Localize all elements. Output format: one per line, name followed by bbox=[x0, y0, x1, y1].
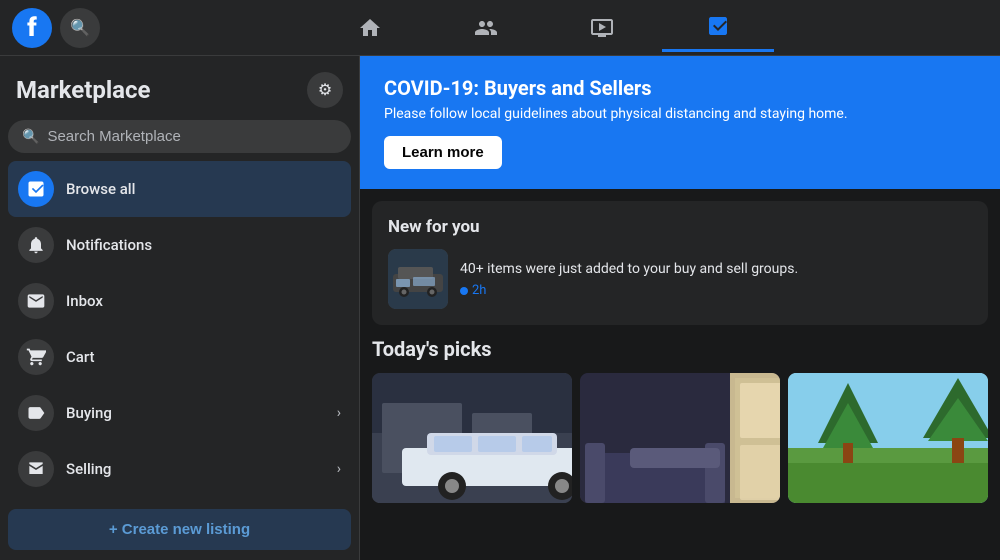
new-for-you-item[interactable]: 40+ items were just added to your buy an… bbox=[388, 249, 972, 309]
learn-more-button[interactable]: Learn more bbox=[384, 136, 502, 169]
search-input[interactable] bbox=[47, 128, 337, 145]
pick-card-room[interactable] bbox=[580, 373, 780, 503]
inbox-label: Inbox bbox=[66, 292, 103, 310]
new-for-you-time: 2h bbox=[460, 283, 798, 298]
new-for-you-section: New for you bbox=[372, 201, 988, 325]
cart-label: Cart bbox=[66, 348, 95, 366]
sidebar-item-inbox[interactable]: Inbox bbox=[8, 273, 351, 329]
sidebar-header: Marketplace ⚙ bbox=[8, 68, 351, 116]
pick-image-car bbox=[372, 373, 572, 503]
selling-label: Selling bbox=[66, 460, 111, 478]
time-dot bbox=[460, 287, 468, 295]
cart-left: Cart bbox=[18, 339, 95, 375]
buying-left: Buying bbox=[18, 395, 112, 431]
sidebar-title: Marketplace bbox=[16, 76, 150, 104]
notifications-icon bbox=[18, 227, 54, 263]
selling-chevron-icon: › bbox=[337, 461, 341, 477]
sidebar-item-cart[interactable]: Cart bbox=[8, 329, 351, 385]
sidebar-item-notifications[interactable]: Notifications bbox=[8, 217, 351, 273]
pick-image-room bbox=[580, 373, 780, 503]
inbox-icon bbox=[18, 283, 54, 319]
picks-grid bbox=[372, 373, 988, 503]
browse-all-left: Browse all bbox=[18, 171, 135, 207]
nav-home-button[interactable] bbox=[314, 4, 426, 52]
nav-watch-button[interactable] bbox=[546, 4, 658, 52]
browse-all-label: Browse all bbox=[66, 180, 135, 198]
covid-title: COVID-19: Buyers and Sellers bbox=[384, 76, 976, 100]
todays-picks-title: Today's picks bbox=[372, 337, 988, 361]
search-button[interactable]: 🔍 bbox=[60, 8, 100, 48]
gear-icon: ⚙ bbox=[318, 80, 332, 100]
sidebar-item-browse-all[interactable]: Browse all bbox=[8, 161, 351, 217]
facebook-logo[interactable]: f bbox=[12, 8, 52, 48]
sidebar-item-selling[interactable]: Selling › bbox=[8, 441, 351, 497]
covid-banner: COVID-19: Buyers and Sellers Please foll… bbox=[360, 56, 1000, 189]
main-layout: Marketplace ⚙ 🔍 Browse all bbox=[0, 56, 1000, 560]
top-navigation: f 🔍 bbox=[0, 0, 1000, 56]
cart-icon bbox=[18, 339, 54, 375]
new-for-you-thumbnail bbox=[388, 249, 448, 309]
selling-left: Selling bbox=[18, 451, 111, 487]
browse-all-icon bbox=[18, 171, 54, 207]
selling-icon bbox=[18, 451, 54, 487]
notifications-label: Notifications bbox=[66, 236, 152, 254]
pick-card-car[interactable] bbox=[372, 373, 572, 503]
new-for-you-text-area: 40+ items were just added to your buy an… bbox=[460, 260, 798, 299]
gear-button[interactable]: ⚙ bbox=[307, 72, 343, 108]
time-label: 2h bbox=[472, 283, 486, 298]
nav-center bbox=[100, 4, 988, 52]
covid-description: Please follow local guidelines about phy… bbox=[384, 106, 976, 122]
nav-friends-button[interactable] bbox=[430, 4, 542, 52]
buying-label: Buying bbox=[66, 404, 112, 422]
buying-icon bbox=[18, 395, 54, 431]
pick-card-outdoor[interactable] bbox=[788, 373, 988, 503]
sidebar: Marketplace ⚙ 🔍 Browse all bbox=[0, 56, 360, 560]
todays-picks-section: Today's picks bbox=[360, 337, 1000, 515]
search-icon: 🔍 bbox=[22, 129, 39, 145]
pick-image-outdoor bbox=[788, 373, 988, 503]
sidebar-item-buying[interactable]: Buying › bbox=[8, 385, 351, 441]
buying-chevron-icon: › bbox=[337, 405, 341, 421]
new-for-you-message: 40+ items were just added to your buy an… bbox=[460, 260, 798, 280]
inbox-left: Inbox bbox=[18, 283, 103, 319]
nav-marketplace-button[interactable] bbox=[662, 4, 774, 52]
main-content: COVID-19: Buyers and Sellers Please foll… bbox=[360, 56, 1000, 560]
search-icon: 🔍 bbox=[70, 18, 90, 38]
create-listing-button[interactable]: + Create new listing bbox=[8, 509, 351, 550]
search-bar[interactable]: 🔍 bbox=[8, 120, 351, 153]
notifications-left: Notifications bbox=[18, 227, 152, 263]
new-for-you-label: New for you bbox=[388, 217, 972, 237]
